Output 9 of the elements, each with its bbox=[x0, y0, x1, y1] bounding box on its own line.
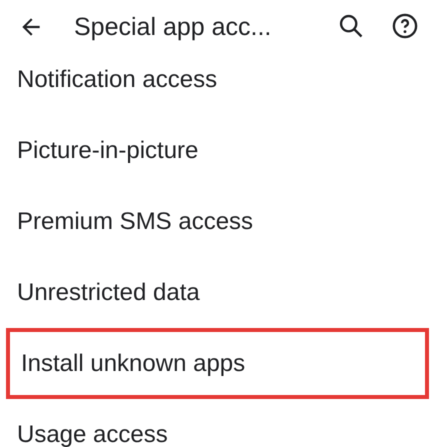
settings-item[interactable]: Premium SMS access bbox=[0, 186, 435, 257]
settings-item[interactable]: Unrestricted data bbox=[0, 257, 435, 328]
settings-item[interactable]: Install unknown apps bbox=[6, 328, 429, 399]
settings-item[interactable]: Picture-in-picture bbox=[0, 115, 435, 186]
help-icon bbox=[391, 12, 419, 40]
settings-item[interactable]: Usage access bbox=[0, 399, 435, 447]
search-icon bbox=[337, 12, 365, 40]
app-bar-title: Special app acc... bbox=[74, 12, 272, 43]
settings-item[interactable]: Notification access bbox=[0, 44, 435, 115]
